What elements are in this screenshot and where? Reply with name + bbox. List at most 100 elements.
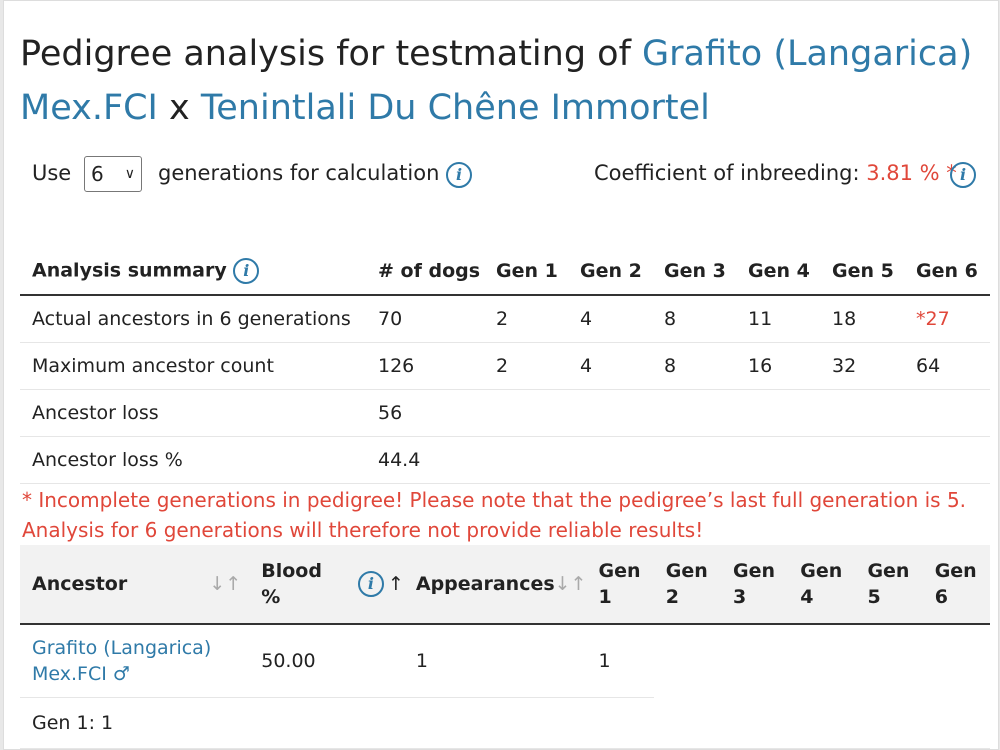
blood-header-line2: %: [261, 586, 281, 608]
gen-header-line2: 3: [732, 586, 747, 608]
table-cell: [904, 436, 990, 484]
title-prefix: Pedigree analysis for testmating of: [20, 34, 643, 74]
generations-value: 6: [91, 162, 104, 186]
table-cell: [820, 389, 904, 437]
table-cell: 18: [820, 295, 904, 343]
sort-icon[interactable]: ↓↑: [555, 573, 587, 595]
table-cell: Ancestor loss %: [20, 436, 366, 484]
table-cell: 11: [736, 295, 820, 343]
analysis-summary-table: Analysis summary i # of dogs Gen 1 Gen 2…: [20, 248, 990, 484]
ancestor-column-header[interactable]: Ancestor ↓↑: [20, 545, 250, 625]
title-separator: x: [157, 88, 201, 128]
appearances-column-header[interactable]: Appearances↓↑: [403, 545, 587, 625]
table-row: Ancestor loss 56: [20, 389, 990, 437]
gen-column-header[interactable]: Gen 3: [720, 545, 789, 625]
gen-column-header[interactable]: Gen 4: [788, 545, 856, 625]
table-row: Maximum ancestor count 126 2 4 8 16 32 6…: [20, 342, 990, 390]
sort-ascending-icon[interactable]: ↑: [388, 571, 404, 597]
summary-header-cell: Gen 1: [484, 248, 568, 296]
table-row: Ancestor loss % 44.4: [20, 436, 990, 484]
summary-header-cell: Gen 2: [568, 248, 652, 296]
blood-header-label: Blood %: [261, 558, 322, 610]
male-icon: ♂: [112, 663, 130, 685]
table-cell: 126: [366, 342, 484, 390]
summary-info-icon[interactable]: i: [233, 258, 260, 284]
ancestor-name-line1: Grafito (Langarica): [32, 637, 212, 659]
gen-column-header[interactable]: Gen 6: [922, 545, 990, 625]
table-cell: [652, 389, 736, 437]
gen-header-line1: Gen: [800, 560, 843, 582]
table-row: Grafito (Langarica) Mex.FCI ♂ 50.00 1 1: [20, 624, 990, 698]
pedigree-card: Pedigree analysis for testmating of Graf…: [3, 0, 999, 750]
generation-group-label: Gen 1: 1: [20, 697, 990, 749]
ancestor-header-label: Ancestor: [32, 573, 128, 595]
table-row: Actual ancestors in 6 generations 70 2 4…: [20, 295, 990, 343]
coi-value: 3.81 % *: [866, 161, 957, 185]
summary-header-cell: Gen 3: [652, 248, 736, 296]
blood-info-icon[interactable]: i: [357, 571, 384, 597]
summary-header-label: Analysis summary: [32, 259, 227, 282]
gen-header-line1: Gen: [665, 560, 708, 582]
gen-cell: [788, 624, 855, 698]
table-cell: [904, 389, 990, 437]
incomplete-generation-cell: *27: [904, 295, 990, 343]
ancestor-name-cell: Grafito (Langarica) Mex.FCI ♂: [20, 624, 250, 698]
coi-info-icon[interactable]: i: [950, 162, 976, 188]
table-cell: 70: [366, 295, 484, 343]
gen-header-line1: Gen: [598, 560, 641, 582]
table-cell: 8: [652, 342, 736, 390]
summary-header-cell: Gen 5: [820, 248, 904, 296]
gen-header-line2: 4: [800, 586, 814, 608]
dam-link[interactable]: Tenintlali Du Chêne Immortel: [201, 88, 710, 128]
table-cell: [568, 389, 652, 437]
table-cell: [736, 436, 820, 484]
table-cell: Maximum ancestor count: [20, 342, 366, 390]
incomplete-generations-warning: * Incomplete generations in pedigree! Pl…: [22, 488, 967, 542]
ancestors-header-row: Ancestor ↓↑ Blood % i ↑ Appearances↓↑ Ge…: [20, 545, 990, 625]
generations-info-icon[interactable]: i: [446, 162, 472, 188]
chevron-down-icon: ∨: [124, 166, 135, 182]
gen-header-line2: 6: [934, 586, 948, 608]
coi-label-text: Coefficient of inbreeding:: [594, 161, 860, 185]
summary-header-cell: Gen 6: [904, 248, 990, 296]
table-cell: 56: [366, 389, 484, 437]
gen-cell: [721, 624, 788, 698]
blood-header-line1: Blood: [261, 560, 322, 582]
use-label: Use: [32, 161, 72, 185]
table-cell: [484, 436, 568, 484]
summary-header-cell: Analysis summary i: [20, 248, 366, 296]
blood-cell: 50.00: [249, 624, 404, 698]
table-cell: 32: [820, 342, 904, 390]
ancestors-table: Ancestor ↓↑ Blood % i ↑ Appearances↓↑ Ge…: [20, 545, 990, 749]
gen-header-line2: 2: [665, 586, 679, 608]
table-cell: 4: [568, 342, 652, 390]
generations-label: generations for calculation: [158, 161, 440, 185]
page-title: Pedigree analysis for testmating of Graf…: [20, 27, 990, 135]
gen-column-header[interactable]: Gen 1: [586, 545, 654, 625]
blood-column-header[interactable]: Blood % i ↑: [249, 545, 404, 625]
sort-icon[interactable]: ↓↑: [209, 571, 241, 597]
gen-header-line2: 5: [867, 586, 881, 608]
table-cell: 8: [652, 295, 736, 343]
table-cell: [820, 436, 904, 484]
table-cell: 4: [568, 295, 652, 343]
table-cell: 2: [484, 342, 568, 390]
gen-column-header[interactable]: Gen 5: [855, 545, 923, 625]
coi-label: Coefficient of inbreeding: 3.81 % *: [594, 161, 957, 185]
group-row: Gen 1: 1: [20, 697, 990, 749]
table-cell: 64: [904, 342, 990, 390]
table-cell: [484, 389, 568, 437]
generations-select[interactable]: 6 ∨: [84, 156, 142, 192]
gen-column-header[interactable]: Gen 2: [653, 545, 721, 625]
gen-header-line1: Gen: [934, 560, 977, 582]
appearances-cell: 1: [403, 624, 587, 698]
gen-cell: [855, 624, 922, 698]
ancestor-link[interactable]: Grafito (Langarica) Mex.FCI ♂: [32, 637, 211, 685]
gen-header-line1: Gen: [867, 560, 910, 582]
gen-cell: [923, 624, 990, 698]
summary-header-row: Analysis summary i # of dogs Gen 1 Gen 2…: [20, 248, 990, 296]
table-cell: 2: [484, 295, 568, 343]
calculation-controls: Use 6 ∨ generations for calculation i Co…: [32, 156, 992, 196]
appearances-header-label: Appearances: [415, 573, 555, 595]
table-cell: Ancestor loss: [20, 389, 366, 437]
